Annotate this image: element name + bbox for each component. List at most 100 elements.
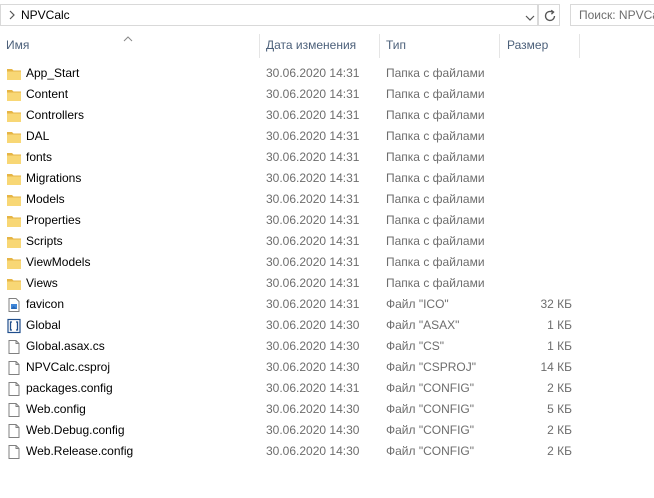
file-name: ViewModels bbox=[26, 255, 91, 269]
file-type: Файл "ICO" bbox=[386, 297, 449, 311]
image-file-icon bbox=[6, 297, 22, 313]
column-divider[interactable] bbox=[579, 34, 580, 58]
search-input[interactable]: Поиск: NPVCalc bbox=[570, 4, 654, 26]
file-row[interactable]: Views 30.06.2020 14:31 Папка с файлами bbox=[0, 273, 654, 294]
address-bar: NPVCalc Поиск: NPVCalc bbox=[0, 0, 654, 30]
file-name: fonts bbox=[26, 150, 53, 164]
file-row[interactable]: fonts 30.06.2020 14:31 Папка с файлами bbox=[0, 147, 654, 168]
column-header-size[interactable]: Размер bbox=[507, 30, 579, 60]
file-icon bbox=[6, 360, 22, 376]
file-row[interactable]: Scripts 30.06.2020 14:31 Папка с файлами bbox=[0, 231, 654, 252]
file-row[interactable]: Global.asax.cs 30.06.2020 14:30 Файл "CS" 1… bbox=[0, 336, 654, 357]
file-date: 30.06.2020 14:31 bbox=[266, 129, 360, 143]
file-row[interactable]: Migrations 30.06.2020 14:31 Папка с файлам… bbox=[0, 168, 654, 189]
file-name: App_Start bbox=[26, 66, 80, 80]
file-date: 30.06.2020 14:31 bbox=[266, 66, 360, 80]
file-size: 14 КБ bbox=[540, 360, 572, 374]
file-date: 30.06.2020 14:30 bbox=[266, 444, 360, 458]
refresh-button[interactable] bbox=[538, 4, 560, 26]
asax-file-icon bbox=[6, 318, 22, 334]
file-row[interactable]: Content 30.06.2020 14:31 Папка с файлами bbox=[0, 84, 654, 105]
column-header-name[interactable]: Имя bbox=[6, 30, 258, 60]
file-size: 32 КБ bbox=[540, 297, 572, 311]
file-size: 2 КБ bbox=[547, 423, 572, 437]
file-name: Views bbox=[26, 276, 58, 290]
column-divider[interactable] bbox=[259, 34, 260, 58]
file-date: 30.06.2020 14:31 bbox=[266, 213, 360, 227]
address-path[interactable]: NPVCalc bbox=[21, 8, 70, 22]
file-row[interactable]: App_Start 30.06.2020 14:31 Папка с файлами bbox=[0, 63, 654, 84]
chevron-down-icon[interactable] bbox=[525, 12, 535, 22]
address-field[interactable]: NPVCalc bbox=[0, 4, 538, 26]
folder-icon bbox=[6, 192, 22, 208]
file-date: 30.06.2020 14:31 bbox=[266, 381, 360, 395]
file-row[interactable]: Web.config 30.06.2020 14:30 Файл "CONFIG" 5… bbox=[0, 399, 654, 420]
file-size: 2 КБ bbox=[547, 444, 572, 458]
file-name: packages.config bbox=[26, 381, 113, 395]
file-list: App_Start 30.06.2020 14:31 Папка с файлами… bbox=[0, 63, 654, 462]
folder-icon bbox=[6, 234, 22, 250]
file-row[interactable]: Controllers 30.06.2020 14:31 Папка с файла… bbox=[0, 105, 654, 126]
file-name: Migrations bbox=[26, 171, 82, 185]
file-row[interactable]: Web.Debug.config 30.06.2020 14:30 Файл "CO… bbox=[0, 420, 654, 441]
file-name: favicon bbox=[26, 297, 65, 311]
file-type: Папка с файлами bbox=[386, 276, 485, 290]
file-name: DAL bbox=[26, 129, 50, 143]
file-row[interactable]: Global 30.06.2020 14:30 Файл "ASAX" 1 КБ bbox=[0, 315, 654, 336]
file-name: Scripts bbox=[26, 234, 63, 248]
file-name: NPVCalc.csproj bbox=[26, 360, 111, 374]
file-row[interactable]: Web.Release.config 30.06.2020 14:30 Файл "… bbox=[0, 441, 654, 462]
file-type: Файл "CONFIG" bbox=[386, 423, 475, 437]
file-date: 30.06.2020 14:30 bbox=[266, 318, 360, 332]
file-type: Файл "CONFIG" bbox=[386, 381, 475, 395]
file-icon bbox=[6, 339, 22, 355]
file-date: 30.06.2020 14:31 bbox=[266, 297, 360, 311]
file-type: Папка с файлами bbox=[386, 129, 485, 143]
column-headers: Имя Дата изменения Тип Размер bbox=[0, 30, 654, 60]
file-date: 30.06.2020 14:31 bbox=[266, 87, 360, 101]
file-size: 5 КБ bbox=[547, 402, 572, 416]
column-divider[interactable] bbox=[499, 34, 500, 58]
file-size: 2 КБ bbox=[547, 381, 572, 395]
file-icon bbox=[6, 402, 22, 418]
file-type: Файл "ASAX" bbox=[386, 318, 460, 332]
file-row[interactable]: NPVCalc.csproj 30.06.2020 14:30 Файл "CSPR… bbox=[0, 357, 654, 378]
folder-icon bbox=[6, 129, 22, 145]
search-placeholder: Поиск: NPVCalc bbox=[579, 8, 654, 22]
file-date: 30.06.2020 14:31 bbox=[266, 192, 360, 206]
file-name: Content bbox=[26, 87, 69, 101]
folder-icon bbox=[6, 171, 22, 187]
file-type: Папка с файлами bbox=[386, 150, 485, 164]
file-row[interactable]: favicon 30.06.2020 14:31 Файл "ICO" 32 КБ bbox=[0, 294, 654, 315]
file-size: 1 КБ bbox=[547, 339, 572, 353]
file-row[interactable]: Properties 30.06.2020 14:31 Папка с файлам… bbox=[0, 210, 654, 231]
folder-icon bbox=[6, 213, 22, 229]
folder-icon bbox=[6, 108, 22, 124]
file-row[interactable]: DAL 30.06.2020 14:31 Папка с файлами bbox=[0, 126, 654, 147]
file-type: Папка с файлами bbox=[386, 66, 485, 80]
file-date: 30.06.2020 14:30 bbox=[266, 339, 360, 353]
file-row[interactable]: Models 30.06.2020 14:31 Папка с файлами bbox=[0, 189, 654, 210]
file-type: Папка с файлами bbox=[386, 192, 485, 206]
file-type: Файл "CS" bbox=[386, 339, 445, 353]
file-date: 30.06.2020 14:30 bbox=[266, 402, 360, 416]
file-date: 30.06.2020 14:31 bbox=[266, 276, 360, 290]
file-name: Global.asax.cs bbox=[26, 339, 105, 353]
column-header-type[interactable]: Тип bbox=[386, 30, 498, 60]
file-icon bbox=[6, 423, 22, 439]
column-header-date[interactable]: Дата изменения bbox=[266, 30, 378, 60]
file-name: Global bbox=[26, 318, 61, 332]
chevron-right-icon[interactable] bbox=[7, 8, 17, 22]
file-row[interactable]: packages.config 30.06.2020 14:31 Файл "CON… bbox=[0, 378, 654, 399]
file-date: 30.06.2020 14:31 bbox=[266, 108, 360, 122]
file-date: 30.06.2020 14:30 bbox=[266, 360, 360, 374]
file-row[interactable]: ViewModels 30.06.2020 14:31 Папка с файлам… bbox=[0, 252, 654, 273]
file-type: Папка с файлами bbox=[386, 108, 485, 122]
file-date: 30.06.2020 14:31 bbox=[266, 150, 360, 164]
file-type: Файл "CONFIG" bbox=[386, 444, 475, 458]
column-divider[interactable] bbox=[379, 34, 380, 58]
file-date: 30.06.2020 14:30 bbox=[266, 423, 360, 437]
file-type: Папка с файлами bbox=[386, 234, 485, 248]
file-name: Properties bbox=[26, 213, 81, 227]
file-date: 30.06.2020 14:31 bbox=[266, 171, 360, 185]
